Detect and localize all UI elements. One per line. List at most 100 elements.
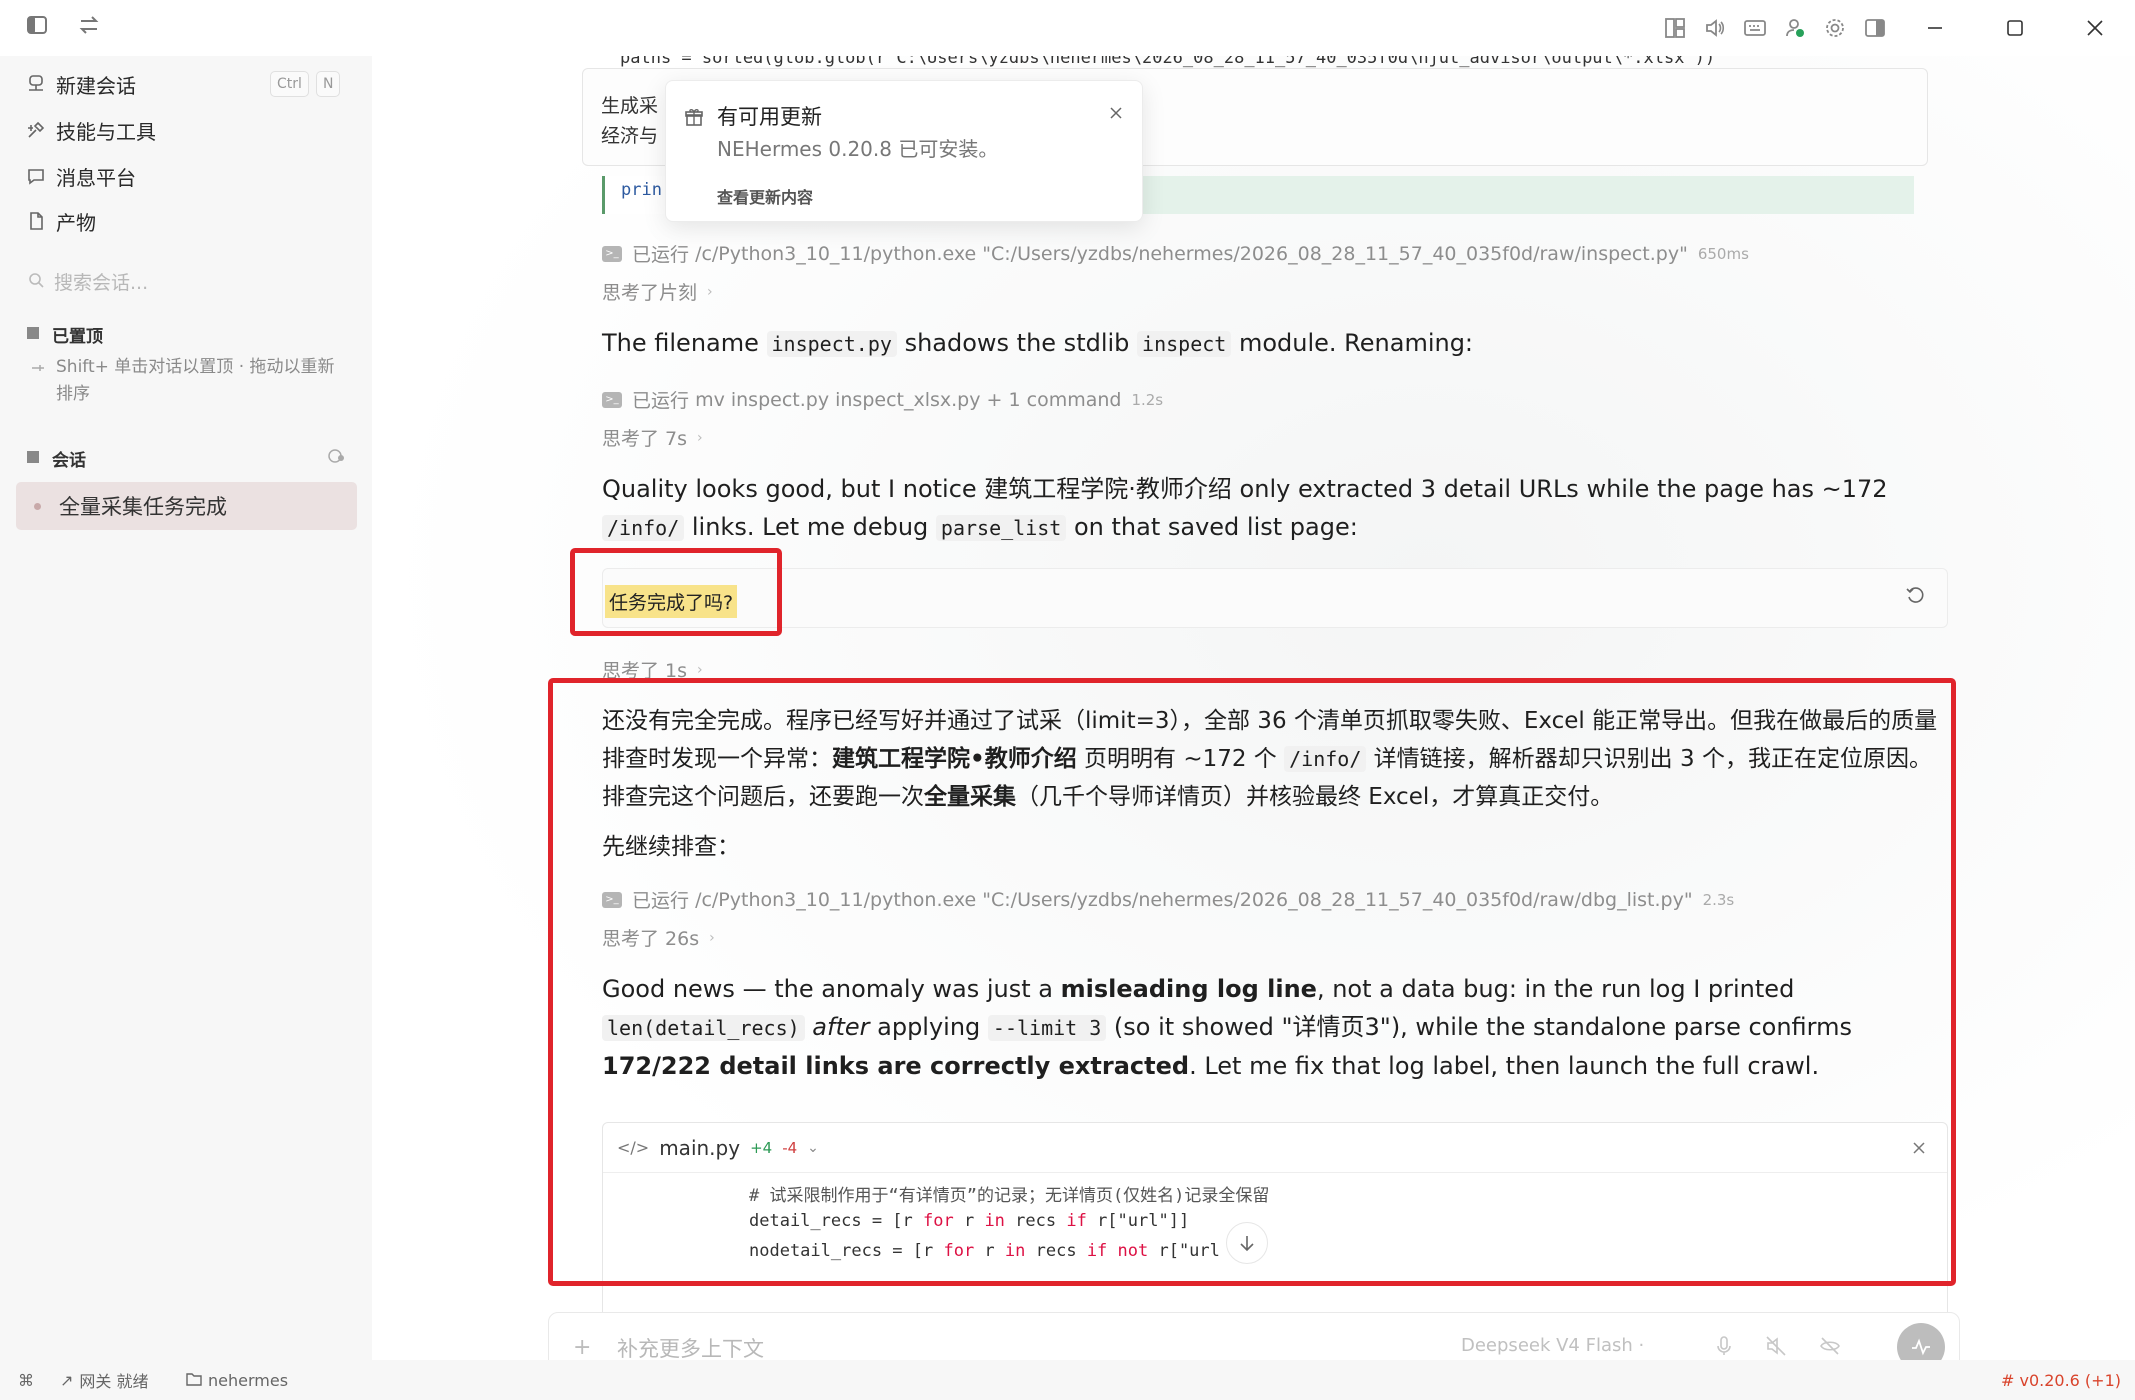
search-input[interactable]: 搜索会话... [28,268,148,295]
sessions-section-header: 会话 [26,446,86,471]
add-attachment-icon[interactable]: + [573,1335,591,1360]
tool-run-row[interactable]: >_ 已运行 /c/Python3_10_11/python.exe "C:/U… [602,886,1734,913]
mute-icon[interactable] [1765,1335,1787,1360]
update-title: 有可用更新 [717,105,822,129]
thinking-toggle[interactable]: 思考了 7s › [602,424,703,451]
session-dot [34,502,41,510]
chevron-down-icon[interactable]: ⌄ [807,1140,819,1156]
close-icon[interactable] [1108,105,1124,125]
swap-icon[interactable] [78,14,100,40]
run-duration: 2.3s [1702,890,1735,909]
retry-icon[interactable] [1905,585,1925,609]
text-span: module. Renaming: [1231,329,1474,357]
close-window-button[interactable] [2055,0,2135,56]
activity-icon: ↗ [60,1370,74,1390]
bold-text: 172/222 detail links are correctly extra… [602,1052,1190,1080]
workspace-folder[interactable]: nehermes [186,1371,288,1390]
microphone-icon[interactable] [1715,1335,1733,1360]
search-icon [28,271,44,293]
chevron-right-icon: › [709,929,715,946]
shortcut-n: N [316,71,341,97]
user-message: 任务完成了吗? [602,568,1948,628]
text-span: links. Let me debug [684,513,936,541]
thinking-toggle[interactable]: 思考了 1s › [602,656,703,683]
search-placeholder: 搜索会话... [54,272,149,294]
scroll-to-bottom-button[interactable] [1226,1222,1268,1264]
thinking-toggle[interactable]: 思考了 26s › [602,924,715,951]
command-icon[interactable]: ⌘ [18,1371,34,1390]
thinking-toggle[interactable]: 思考了片刻 › [602,278,713,305]
panel-icon[interactable] [1855,8,1895,48]
document-icon [26,211,56,231]
thinking-label: 思考了 7s [602,428,688,450]
run-duration: 650ms [1697,244,1749,263]
chat-area: paths = sorted(glob.glob(r'C:\Users\yzdb… [372,56,2135,1360]
text-span: . Let me fix that log label, then launch… [1189,1052,1820,1080]
gateway-status[interactable]: ↗ 网关 就绪 [60,1368,149,1392]
user-message-text: 任务完成了吗? [605,585,738,618]
text-span: The filename [602,329,767,357]
keyboard-icon[interactable] [1735,8,1775,48]
sidebar: 新建会话 Ctrl N 技能与工具 消息平台 产物 搜索会话... 已置顶 Sh… [0,56,372,1360]
pinned-section-header: 已置顶 [26,322,103,347]
message-input[interactable]: 补充更多上下文 [617,1333,764,1360]
bold-text: 全量采集 [924,784,1016,810]
inline-code: /info/ [1284,746,1367,772]
sidebar-item-artifacts[interactable]: 产物 [26,201,356,241]
run-label: 已运行 [632,890,690,912]
terminal-icon: >_ [602,391,622,408]
sidebar-toggle-icon[interactable] [26,14,48,40]
text-span: Quality looks good, but I notice 建筑工程学院·… [602,475,1888,503]
sidebar-item-label: 技能与工具 [56,119,156,144]
new-chat-label: 新建会话 [56,73,136,98]
run-duration: 1.2s [1131,390,1164,409]
tool-run-row[interactable]: >_ 已运行 /c/Python3_10_11/python.exe "C:/U… [602,240,1749,267]
sidebar-item-label: 产物 [56,210,96,235]
sidebar-item-messages[interactable]: 消息平台 [26,156,356,196]
gear-icon[interactable] [1815,8,1855,48]
text-span: 页明明有 ~172 个 [1076,746,1285,772]
sidebar-item-skills[interactable]: 技能与工具 [26,110,356,150]
bold-text: misleading log line [1060,975,1317,1003]
text-span: (so it showed "详情页3"), while the standal… [1106,1013,1852,1041]
view-changelog-link[interactable]: 查看更新内容 [717,184,813,208]
assistant-message: Good news — the anomaly was just a misle… [602,970,1942,1085]
tool-run-row[interactable]: >_ 已运行 mv inspect.py inspect_xlsx.py + 1… [602,386,1163,413]
file-diff-card: </> main.py +4 -4 ⌄ # 试采限制作用于“有详情页”的记录；无… [602,1122,1948,1342]
text-span: , not a data bug: in the run log I print… [1316,975,1795,1003]
assistant-message: 先继续排查： [602,834,740,860]
diff-line-comment: # 试采限制作用于“有详情页”的记录；无详情页(仅姓名)记录全保留 [749,1186,1270,1206]
run-label: 已运行 [632,390,690,412]
update-subtitle: NEHermes 0.20.8 已可安装。 [717,137,999,161]
minimize-button[interactable] [1895,0,1975,56]
send-button[interactable] [1897,1323,1945,1360]
run-label: 已运行 [632,244,690,266]
layout-icon[interactable] [1655,8,1695,48]
diff-line: nodetail_recs = [r for r in recs if not … [749,1241,1220,1261]
hide-icon[interactable] [1819,1335,1841,1360]
text-span: applying [869,1013,988,1041]
close-icon[interactable] [1911,1137,1927,1161]
gateway-label: 网关 就绪 [79,1372,149,1391]
user-status-icon[interactable] [1775,8,1815,48]
diff-header[interactable]: </> main.py +4 -4 ⌄ [603,1123,1947,1173]
maximize-button[interactable] [1975,0,2055,56]
terminal-icon: >_ [602,245,622,262]
pinned-hint-text: Shift+ 单击对话以置顶 · 拖动以重新排序 [56,357,335,404]
sidebar-item-label: 消息平台 [56,165,136,190]
title-bar [0,0,2135,56]
pin-icon [30,354,46,408]
session-settings-icon[interactable] [326,447,346,469]
volume-icon[interactable] [1695,8,1735,48]
diff-added-count: +4 [750,1138,773,1157]
session-item[interactable]: 全量采集任务完成 [16,482,357,530]
thinking-label: 思考了 26s [602,928,700,950]
model-selector[interactable]: Deepseek V4 Flash · [1461,1335,1644,1356]
inline-code: --limit 3 [987,1015,1107,1041]
assistant-message: 还没有完全完成。程序已经写好并通过了试采（limit=3），全部 36 个清单页… [602,702,1942,816]
text-span: shadows the stdlib [896,329,1138,357]
inline-code: parse_list [935,515,1067,541]
version-badge[interactable]: # v0.20.6 (+1) [2001,1371,2121,1390]
run-extra: + 1 command [986,388,1122,411]
grid-icon [26,325,40,345]
